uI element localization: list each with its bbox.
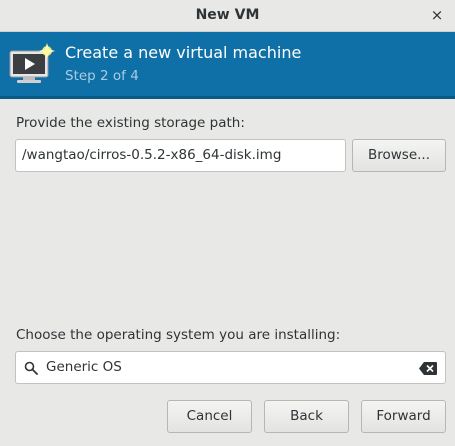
cancel-button[interactable]: Cancel bbox=[167, 400, 252, 433]
back-button[interactable]: Back bbox=[264, 400, 349, 433]
title-bar: New VM × bbox=[0, 0, 455, 32]
window-title: New VM bbox=[195, 7, 260, 23]
header-step: Step 2 of 4 bbox=[65, 68, 139, 84]
os-label: Choose the operating system you are inst… bbox=[16, 327, 341, 343]
close-icon[interactable]: × bbox=[427, 5, 447, 25]
clear-icon[interactable] bbox=[419, 362, 437, 375]
wizard-header: Create a new virtual machine Step 2 of 4 bbox=[0, 32, 455, 99]
header-title: Create a new virtual machine bbox=[65, 43, 302, 62]
storage-path-label: Provide the existing storage path: bbox=[16, 115, 245, 131]
vm-monitor-icon bbox=[9, 43, 55, 83]
os-search-input[interactable]: Generic OS bbox=[15, 351, 446, 384]
storage-path-value: /wangtao/cirros-0.5.2-x86_64-disk.img bbox=[22, 147, 282, 163]
storage-path-input[interactable]: /wangtao/cirros-0.5.2-x86_64-disk.img bbox=[15, 139, 346, 172]
os-search-value: Generic OS bbox=[46, 359, 122, 375]
browse-button[interactable]: Browse... bbox=[352, 139, 446, 172]
search-icon bbox=[24, 361, 38, 375]
forward-button[interactable]: Forward bbox=[361, 400, 446, 433]
